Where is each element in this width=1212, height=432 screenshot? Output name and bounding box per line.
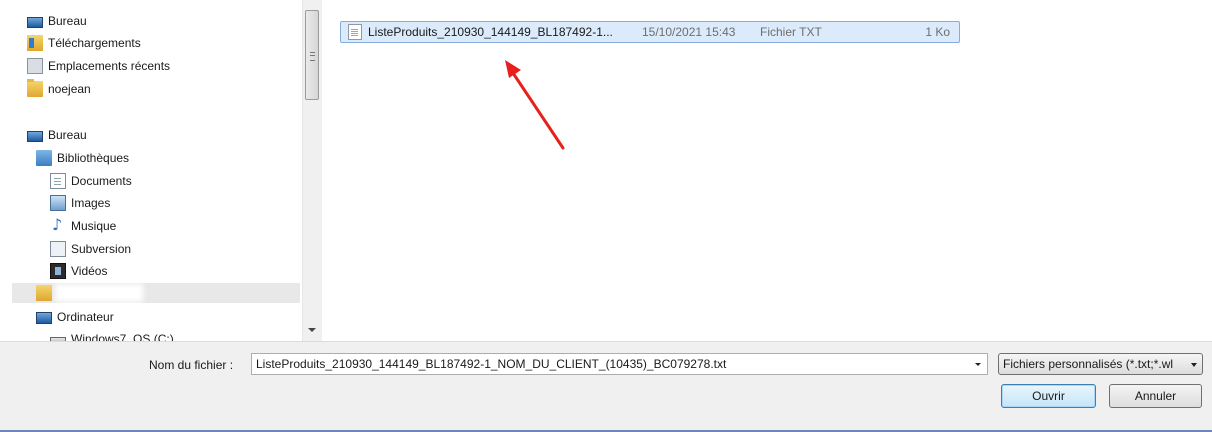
chevron-down-icon xyxy=(1191,363,1197,367)
dialog-footer: Nom du fichier : ListeProduits_210930_14… xyxy=(0,341,1212,432)
filename-value[interactable]: ListeProduits_210930_144149_BL187492-1_N… xyxy=(256,357,726,371)
chevron-down-icon[interactable] xyxy=(975,363,981,366)
file-type-filter[interactable]: Fichiers personnalisés (*.txt;*.wl xyxy=(998,353,1203,375)
cancel-button[interactable]: Annuler xyxy=(1109,384,1202,408)
filename-label: Nom du fichier : xyxy=(149,358,234,372)
filter-value: Fichiers personnalisés (*.txt;*.wl xyxy=(1003,357,1174,371)
open-button[interactable]: Ouvrir xyxy=(1001,384,1096,408)
filename-input[interactable]: ListeProduits_210930_144149_BL187492-1_N… xyxy=(251,353,988,375)
